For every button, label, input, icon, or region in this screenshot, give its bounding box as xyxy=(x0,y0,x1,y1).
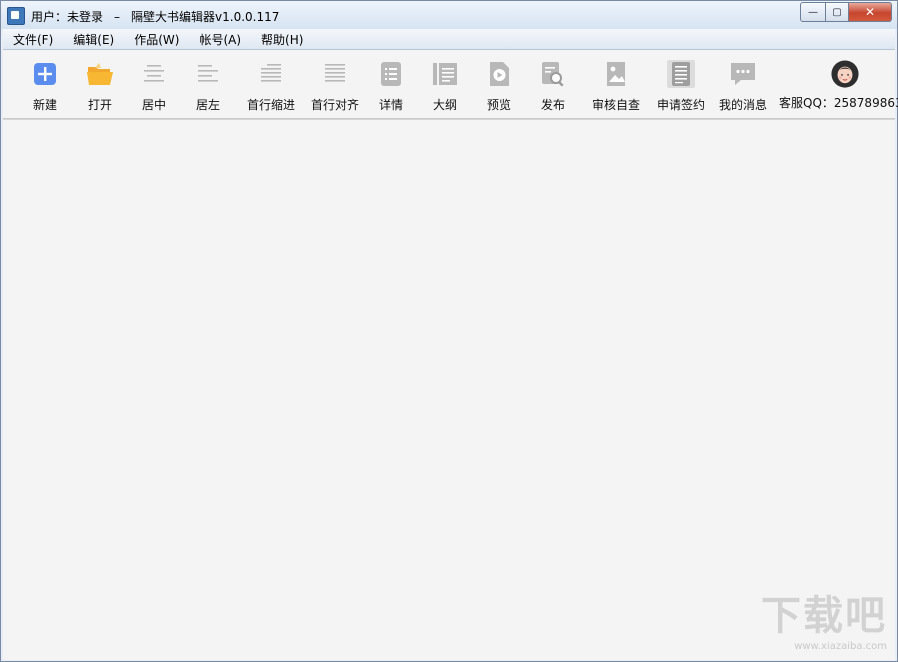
open-label: 打开 xyxy=(87,98,112,112)
first-line-indent-icon xyxy=(257,60,285,88)
support-avatar-icon xyxy=(831,60,859,88)
align-center-label: 居中 xyxy=(141,98,166,112)
preview-button[interactable]: 预览 xyxy=(485,60,513,113)
window-title: 用户：未登录 – 隔壁大书编辑器v1.0.0.117 xyxy=(31,8,279,25)
review-image-icon xyxy=(602,60,630,88)
menu-works[interactable]: 作品(W) xyxy=(124,31,189,48)
main-window: 用户：未登录 – 隔壁大书编辑器v1.0.0.117 — ▢ ✕ 文件(F) 编辑(… xyxy=(0,0,898,662)
watermark-text: 下载吧 xyxy=(761,593,887,639)
details-button[interactable]: 详情 xyxy=(377,60,405,113)
preview-play-icon xyxy=(485,60,513,88)
title-user-status: 用户：未登录 xyxy=(31,10,104,24)
window-controls: — ▢ ✕ xyxy=(800,2,892,22)
align-left-button[interactable]: 居左 xyxy=(194,60,222,113)
first-line-indent-label: 首行缩进 xyxy=(247,98,296,112)
contract-document-icon xyxy=(667,60,695,88)
new-label: 新建 xyxy=(32,98,57,112)
publish-label: 发布 xyxy=(540,98,565,112)
my-messages-label: 我的消息 xyxy=(719,98,768,112)
first-line-align-icon xyxy=(321,60,349,88)
outline-button[interactable]: 大纲 xyxy=(431,60,459,113)
toolbar: 新建 打开 居中 居左 首行缩进 首行对齐 详情 大纲 预览 发布 审核自查 申… xyxy=(3,50,898,119)
folder-open-icon xyxy=(86,60,114,88)
menu-account[interactable]: 帐号(A) xyxy=(189,31,251,48)
editor-area[interactable]: 下载吧 www.xiazaiba.com xyxy=(3,119,895,660)
open-button[interactable]: 打开 xyxy=(86,60,114,113)
details-list-icon xyxy=(377,60,405,88)
watermark-url: www.xiazaiba.com xyxy=(794,641,887,652)
plus-square-icon xyxy=(31,60,59,88)
new-button[interactable]: 新建 xyxy=(31,60,59,113)
outline-book-icon xyxy=(431,60,459,88)
maximize-button[interactable]: ▢ xyxy=(826,2,849,22)
message-bubble-icon xyxy=(729,60,757,88)
menu-file[interactable]: 文件(F) xyxy=(3,31,63,48)
menu-edit[interactable]: 编辑(E) xyxy=(63,31,124,48)
first-line-align-label: 首行对齐 xyxy=(311,98,360,112)
details-label: 详情 xyxy=(378,98,403,112)
apply-contract-button[interactable]: 申请签约 xyxy=(657,60,705,113)
menu-bar: 文件(F) 编辑(E) 作品(W) 帐号(A) 帮助(H) xyxy=(3,29,895,50)
minimize-icon: — xyxy=(808,6,818,18)
maximize-icon: ▢ xyxy=(832,6,842,18)
watermark: 下载吧 www.xiazaiba.com xyxy=(761,583,887,652)
align-center-icon xyxy=(140,60,168,88)
publish-button[interactable]: 发布 xyxy=(539,60,567,113)
self-review-button[interactable]: 审核自查 xyxy=(592,60,640,113)
preview-label: 预览 xyxy=(486,98,511,112)
close-icon: ✕ xyxy=(864,5,876,19)
first-line-align-button[interactable]: 首行对齐 xyxy=(311,60,359,113)
align-left-icon xyxy=(194,60,222,88)
align-center-button[interactable]: 居中 xyxy=(140,60,168,113)
self-review-label: 审核自查 xyxy=(592,98,641,112)
app-icon[interactable] xyxy=(7,7,25,25)
title-bar[interactable]: 用户：未登录 – 隔壁大书编辑器v1.0.0.117 — ▢ ✕ xyxy=(1,1,897,29)
close-button[interactable]: ✕ xyxy=(849,2,892,22)
align-left-label: 居左 xyxy=(195,98,220,112)
apply-contract-label: 申请签约 xyxy=(657,98,706,112)
outline-label: 大纲 xyxy=(432,98,457,112)
first-line-indent-button[interactable]: 首行缩进 xyxy=(247,60,295,113)
title-separator: – xyxy=(114,10,121,24)
minimize-button[interactable]: — xyxy=(800,2,826,22)
customer-service-qq[interactable]: 客服QQ：2587898638 xyxy=(779,60,898,111)
customer-service-label: 客服QQ：2587898638 xyxy=(779,96,898,110)
menu-help[interactable]: 帮助(H) xyxy=(251,31,313,48)
publish-search-doc-icon xyxy=(539,60,567,88)
title-app-name: 隔壁大书编辑器v1.0.0.117 xyxy=(131,10,280,24)
my-messages-button[interactable]: 我的消息 xyxy=(719,60,767,113)
